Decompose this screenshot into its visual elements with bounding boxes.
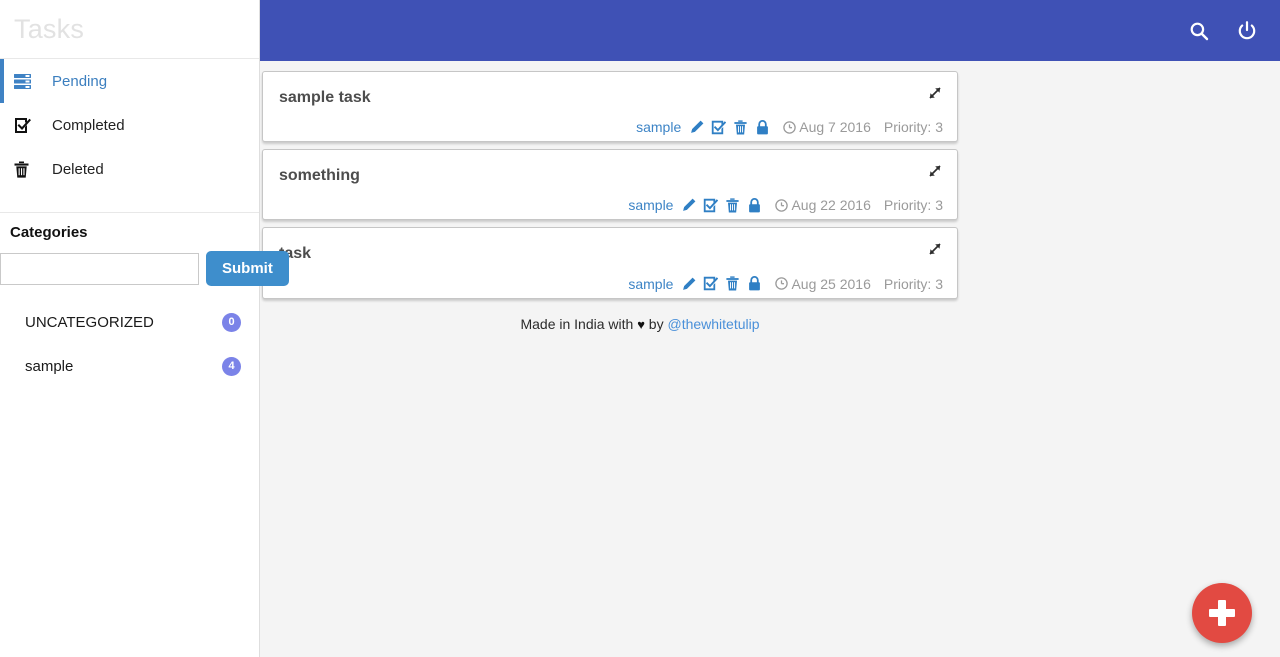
expand-icon[interactable] [927, 163, 945, 181]
clock-icon [774, 277, 788, 291]
clock-icon [782, 120, 796, 134]
clock-icon [774, 198, 788, 212]
trash-icon [14, 159, 36, 179]
task-card[interactable]: something sample Aug 22 2016 Priority: 3 [262, 149, 958, 221]
task-priority: Priority: 3 [883, 119, 943, 136]
heart-icon: ♥ [637, 316, 645, 332]
task-category-link[interactable]: sample [636, 119, 681, 135]
page-footer: Made in India with ♥ by @thewhitetulip [260, 306, 1020, 332]
category-list: UNCATEGORIZED 0 sample 4 [0, 300, 259, 388]
footer-prefix: Made in India with [520, 315, 634, 332]
submit-category-button[interactable]: Submit [206, 251, 289, 286]
task-title: sample task [279, 89, 371, 106]
complete-icon[interactable] [711, 119, 727, 135]
task-date: Aug 7 2016 [799, 119, 871, 136]
category-count-badge: 0 [222, 312, 241, 332]
category-name-input[interactable] [0, 253, 199, 285]
task-title: something [279, 167, 360, 185]
author-link[interactable]: @thewhitetulip [667, 316, 759, 332]
task-title: task [279, 245, 312, 263]
edit-icon[interactable] [681, 276, 696, 292]
sidebar-item-pending[interactable]: Pending [0, 59, 259, 103]
sidebar: Tasks Pending Completed Deleted Categori… [0, 0, 289, 657]
categories-section: Categories Submit UNCATEGORIZED 0 sample… [0, 213, 289, 388]
expand-icon[interactable] [927, 241, 945, 259]
plus-icon [1209, 600, 1235, 626]
delete-icon[interactable] [725, 276, 740, 292]
task-meta: sample [279, 119, 943, 135]
task-priority: Priority: 3 [883, 197, 943, 214]
lock-icon[interactable] [747, 276, 762, 292]
sidebar-item-label: Pending [52, 72, 108, 90]
sidebar-item-label: Deleted [52, 160, 104, 178]
task-card[interactable]: sample task sample Aug 7 2016 Priority: … [262, 71, 958, 143]
task-meta: sample [279, 276, 943, 292]
edit-icon[interactable] [681, 197, 696, 213]
edit-icon[interactable] [689, 119, 704, 135]
brand: Tasks [0, 0, 259, 59]
task-priority: Priority: 3 [883, 275, 943, 292]
complete-icon[interactable] [703, 197, 719, 213]
task-date-group: Aug 7 2016 [782, 119, 871, 135]
category-name: UNCATEGORIZED [25, 313, 154, 331]
header-actions [1188, 20, 1258, 42]
main-content: sample task sample Aug 7 2016 Priority: … [260, 61, 1280, 657]
check-square-icon [14, 115, 36, 135]
delete-icon[interactable] [733, 119, 748, 135]
task-card[interactable]: task sample Aug 25 2016 Priority: 3 [262, 227, 958, 299]
categories-heading: Categories [10, 224, 88, 241]
sidebar-item-label: Completed [52, 116, 125, 134]
category-item-sample[interactable]: sample 4 [0, 344, 259, 388]
sidebar-item-deleted[interactable]: Deleted [0, 147, 259, 191]
task-date: Aug 25 2016 [791, 275, 871, 292]
sidebar-item-completed[interactable]: Completed [0, 103, 259, 147]
task-category-link[interactable]: sample [628, 197, 673, 213]
app-root: Tasks Pending Completed Deleted Categori… [0, 0, 1280, 657]
sidebar-nav: Pending Completed Deleted [0, 59, 259, 191]
task-list: sample task sample Aug 7 2016 Priority: … [260, 61, 1280, 299]
add-task-fab[interactable] [1192, 583, 1252, 643]
list-icon [14, 71, 36, 91]
task-date-group: Aug 25 2016 [774, 275, 871, 292]
task-date-group: Aug 22 2016 [774, 197, 871, 214]
brand-title: Tasks [14, 13, 85, 44]
add-category-form: Submit [0, 251, 289, 286]
task-meta: sample [279, 197, 943, 213]
task-date: Aug 22 2016 [791, 197, 871, 214]
app-header [260, 0, 1280, 61]
category-item-uncategorized[interactable]: UNCATEGORIZED 0 [0, 300, 259, 344]
search-icon[interactable] [1188, 20, 1210, 42]
lock-icon[interactable] [747, 197, 762, 213]
lock-icon[interactable] [755, 119, 770, 135]
footer-middle: by [648, 315, 664, 332]
category-name: sample [25, 357, 74, 375]
category-count-badge: 4 [222, 356, 241, 376]
task-category-link[interactable]: sample [628, 276, 673, 292]
delete-icon[interactable] [725, 197, 740, 213]
complete-icon[interactable] [703, 276, 719, 292]
power-icon[interactable] [1236, 20, 1258, 42]
expand-icon[interactable] [927, 85, 945, 103]
